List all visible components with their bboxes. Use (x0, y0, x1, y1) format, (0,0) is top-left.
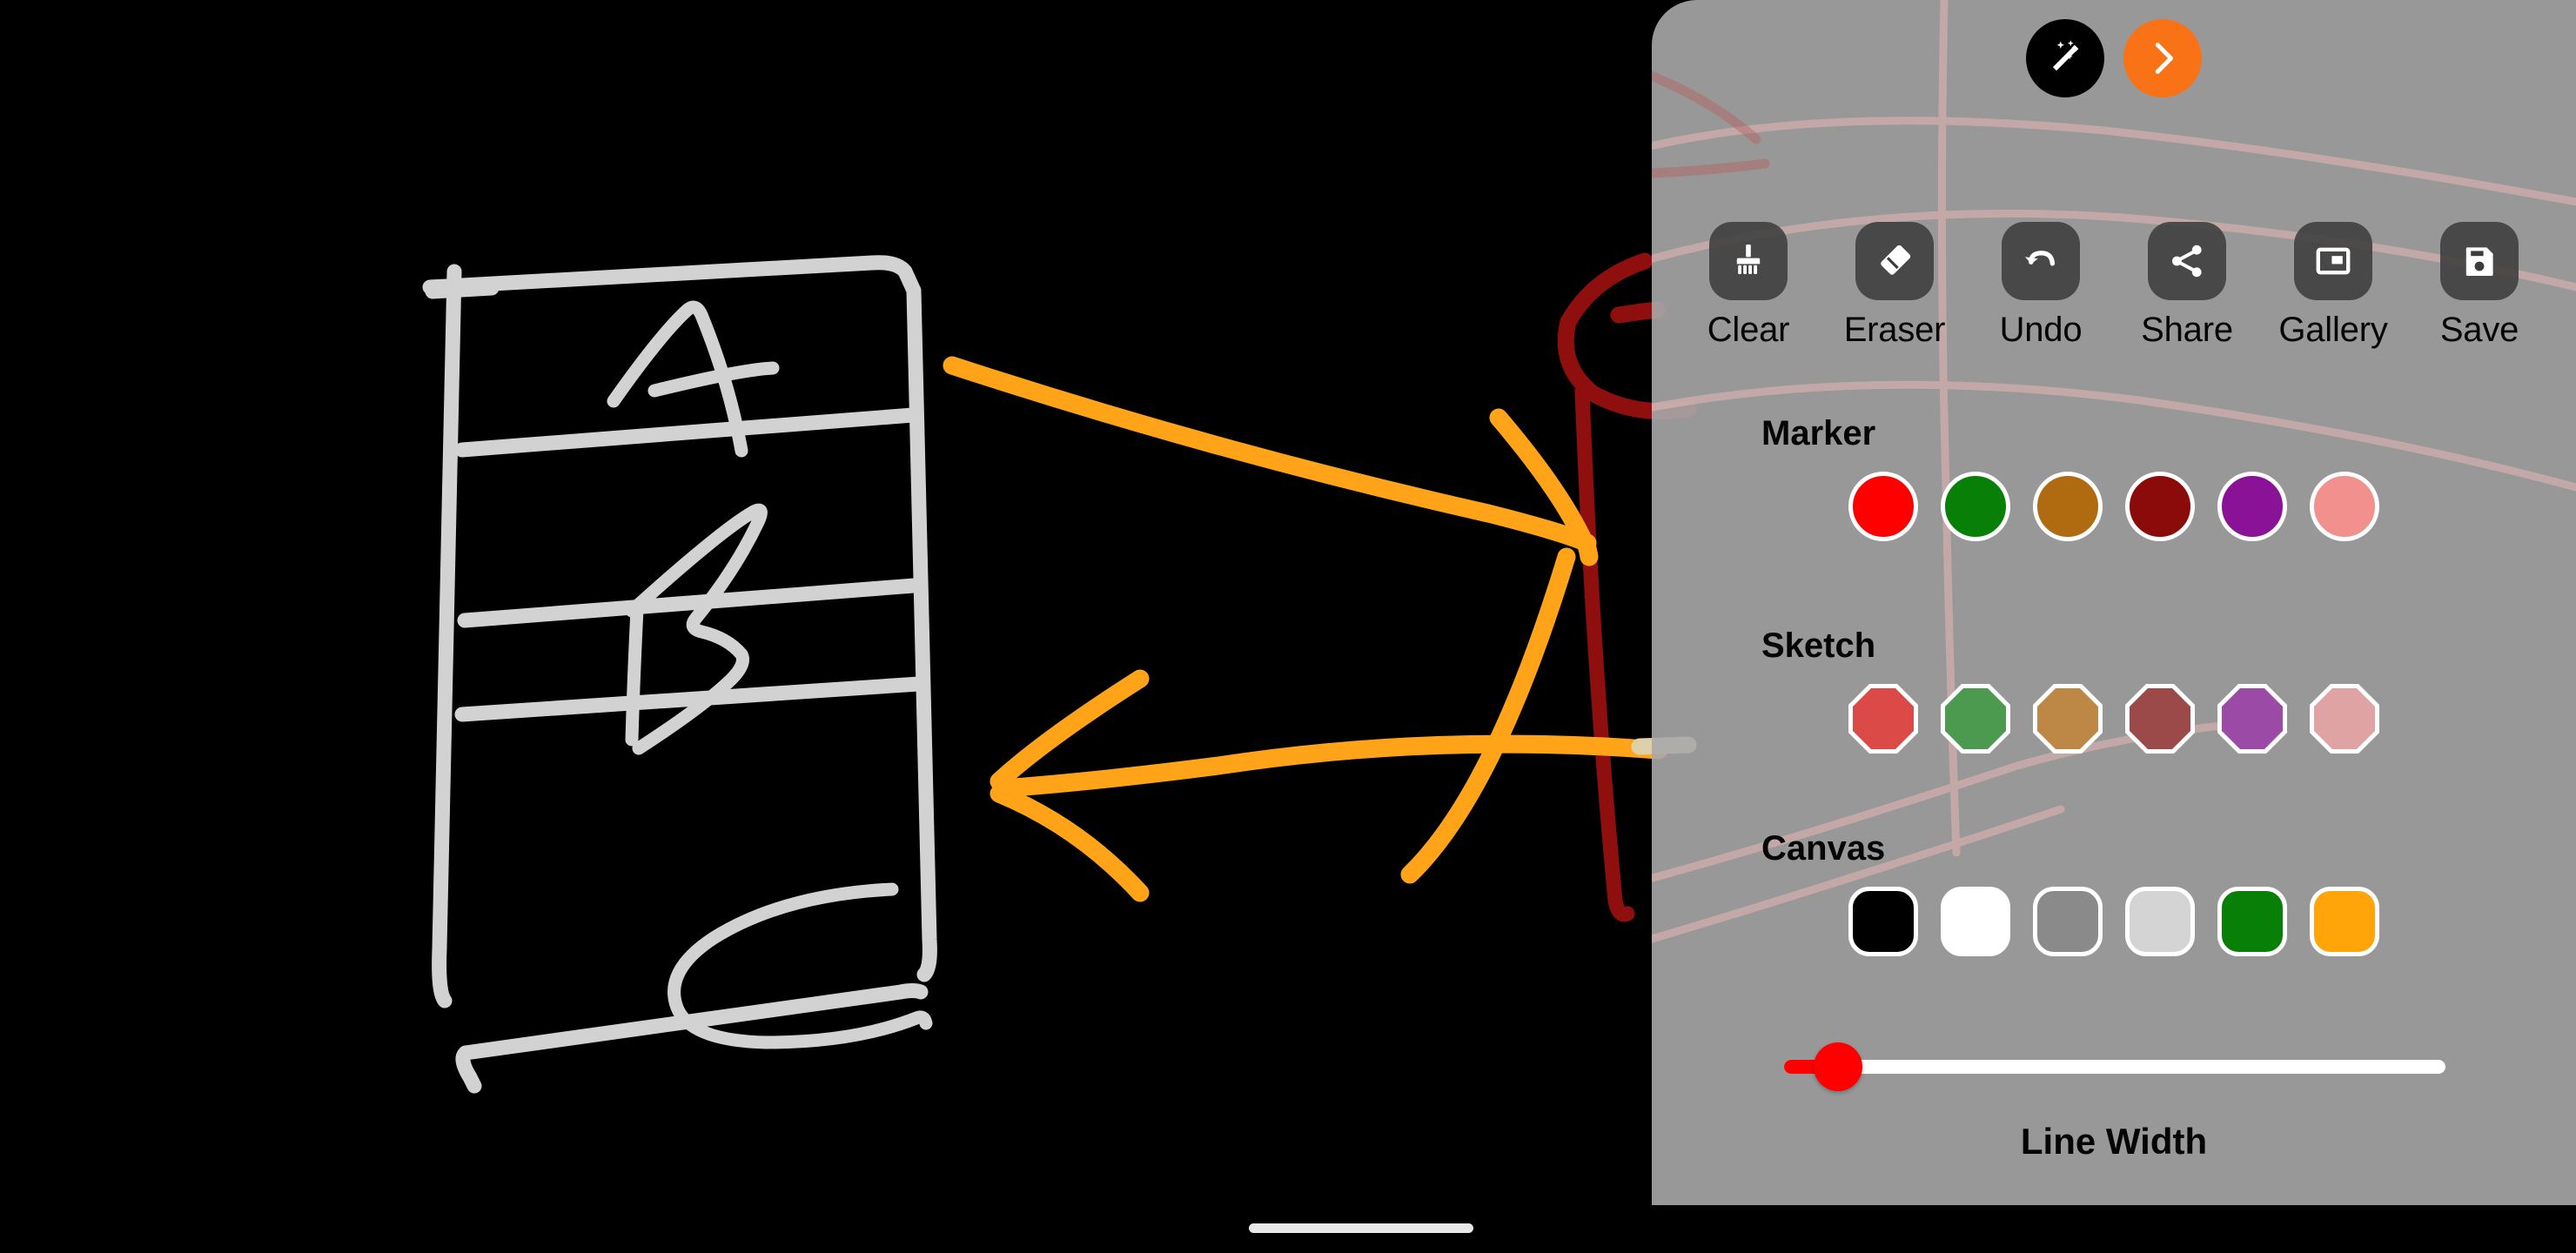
floppy-disk-icon (2465, 247, 2493, 276)
save-button[interactable]: Save (2413, 222, 2546, 347)
next-button[interactable] (2123, 19, 2202, 97)
sketch-swatch-2[interactable] (1941, 684, 2010, 754)
sketch-title: Sketch (1761, 626, 1876, 665)
top-action-row (1652, 19, 2576, 97)
undo-chip (2002, 222, 2080, 300)
marker-section: Marker (1652, 416, 2576, 541)
clear-label: Clear (1707, 311, 1790, 349)
sketch-swatch-3[interactable] (2033, 684, 2103, 754)
eraser-label: Eraser (1843, 311, 1946, 349)
canvas-section: Canvas (1652, 831, 2576, 956)
canvas-swatch-4[interactable] (2125, 887, 2195, 956)
gallery-chip (2294, 222, 2372, 300)
gallery-label: Gallery (2278, 311, 2388, 349)
gallery-button[interactable]: Gallery (2267, 222, 2399, 347)
undo-button[interactable]: Undo (1975, 222, 2107, 347)
marker-swatch-6[interactable] (2310, 472, 2379, 541)
marker-swatch-row (1652, 472, 2576, 541)
share-button[interactable]: Share (2121, 222, 2253, 347)
canvas-swatch-1[interactable] (1848, 887, 1918, 956)
marker-swatch-3[interactable] (2033, 472, 2103, 541)
save-chip (2440, 222, 2519, 300)
save-label: Save (2439, 311, 2519, 349)
line-width-slider[interactable] (1652, 1025, 2576, 1109)
eraser-icon (1881, 245, 1911, 275)
canvas-swatch-row (1652, 887, 2576, 956)
magic-wand-icon (2052, 40, 2079, 71)
gallery-icon (2316, 247, 2351, 275)
eraser-button[interactable]: Eraser (1828, 222, 1961, 347)
sketch-swatch-1[interactable] (1848, 684, 1918, 754)
marker-swatch-2[interactable] (1941, 472, 2010, 541)
clear-chip (1709, 222, 1788, 300)
undo-icon (2025, 251, 2056, 266)
eraser-chip (1855, 222, 1934, 300)
slider-thumb[interactable] (1814, 1042, 1863, 1091)
canvas-swatch-3[interactable] (2033, 887, 2103, 956)
canvas-swatch-2[interactable] (1941, 887, 2010, 956)
sketch-swatch-row (1652, 684, 2576, 754)
marker-swatch-5[interactable] (2217, 472, 2287, 541)
home-indicator (1249, 1223, 1473, 1233)
chevron-right-icon (2155, 43, 2174, 74)
sketch-swatch-5[interactable] (2217, 684, 2287, 754)
share-label: Share (2141, 311, 2233, 349)
sketch-swatch-4[interactable] (2125, 684, 2195, 754)
marker-swatch-4[interactable] (2125, 472, 2195, 541)
share-icon (2172, 245, 2202, 278)
canvas-swatch-5[interactable] (2217, 887, 2287, 956)
toolbar: Clear Eraser Undo Share Gallery Save (1652, 222, 2576, 347)
tools-panel: Clear Eraser Undo Share Gallery Save Mar… (1652, 0, 2576, 1205)
canvas-swatch-6[interactable] (2310, 887, 2379, 956)
magic-wand-button[interactable] (2026, 19, 2104, 97)
marker-swatch-1[interactable] (1848, 472, 1918, 541)
sketch-section: Sketch (1652, 628, 2576, 754)
sketch-swatch-6[interactable] (2310, 684, 2379, 754)
brush-icon (1736, 245, 1761, 274)
marker-title: Marker (1761, 414, 1876, 452)
canvas-title: Canvas (1761, 829, 1886, 868)
slider-track[interactable] (1784, 1060, 2445, 1074)
undo-label: Undo (1999, 311, 2083, 349)
share-chip (2148, 222, 2226, 300)
line-width-label: Line Width (2020, 1121, 2208, 1162)
clear-button[interactable]: Clear (1682, 222, 1815, 347)
